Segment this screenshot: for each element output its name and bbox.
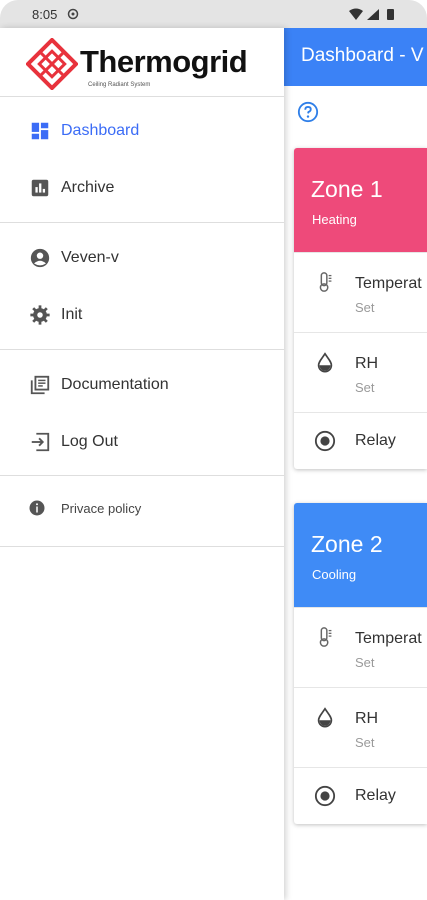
zone-title: Zone 1 [311, 176, 383, 202]
zone-header: Zone 1 Heating [294, 148, 427, 252]
wifi-icon [349, 8, 363, 20]
info-icon [29, 500, 45, 516]
row-label: Temperat [355, 275, 422, 292]
row-label: RH [355, 710, 379, 727]
temperature-row[interactable]: Temperat Set [294, 607, 427, 687]
row-sub: Set [355, 300, 375, 315]
thermometer-icon [319, 627, 332, 647]
radio-button-icon [314, 785, 336, 807]
temperature-row[interactable]: Temperat Set [294, 252, 427, 332]
row-label: Temperat [355, 630, 422, 647]
settings-notification-icon [67, 8, 79, 20]
nav-label-logout: Log Out [61, 433, 118, 450]
divider [0, 546, 284, 547]
row-sub: Set [355, 735, 375, 750]
row-sub: Set [355, 655, 375, 670]
nav-label-dashboard: Dashboard [61, 122, 140, 139]
relay-row[interactable]: Relay [294, 412, 427, 469]
nav-item-user[interactable]: Veven-v [0, 235, 284, 283]
rh-row[interactable]: RH Set [294, 687, 427, 767]
nav-label-archive: Archive [61, 179, 115, 196]
radio-button-icon [314, 430, 336, 452]
nav-item-logout[interactable]: Log Out [0, 419, 284, 467]
nav-item-dashboard[interactable]: Dashboard [0, 108, 284, 156]
nav-item-documentation[interactable]: Documentation [0, 362, 284, 410]
status-icons [349, 8, 394, 20]
app-title: Dashboard - V [301, 45, 424, 66]
row-sub: Set [355, 380, 375, 395]
row-label: Relay [355, 432, 396, 449]
account-circle-icon [30, 248, 50, 268]
signal-icon [367, 9, 379, 20]
zone-title: Zone 2 [311, 531, 383, 557]
logo-tagline: Ceiling Radiant System [88, 82, 151, 88]
divider [0, 96, 284, 97]
logo: Thermogrid Ceiling Radiant System [26, 38, 276, 94]
status-bar: 8:05 [0, 0, 427, 28]
status-time: 8:05 [32, 7, 58, 22]
nav-label-documentation: Documentation [61, 376, 169, 393]
help-icon[interactable] [297, 101, 319, 123]
library-books-icon [30, 375, 50, 395]
divider [0, 475, 284, 476]
thermogrid-logo-icon [26, 38, 78, 90]
nav-label-privacy: Privace policy [61, 501, 142, 516]
divider [0, 222, 284, 223]
divider [0, 349, 284, 350]
navigation-drawer: Thermogrid Ceiling Radiant System Dashbo… [0, 28, 284, 900]
zone-header: Zone 2 Cooling [294, 503, 427, 607]
nav-item-archive[interactable]: Archive [0, 165, 284, 213]
rh-row[interactable]: RH Set [294, 332, 427, 412]
battery-icon [387, 9, 394, 20]
nav-item-privacy[interactable]: Privace policy [0, 485, 284, 533]
row-label: Relay [355, 787, 396, 804]
logout-icon [31, 432, 50, 452]
zone-mode: Cooling [312, 567, 357, 582]
relay-row[interactable]: Relay [294, 767, 427, 824]
nav-label-user: Veven-v [61, 249, 119, 266]
dashboard-icon [31, 122, 49, 140]
nav-item-init[interactable]: Init [0, 292, 284, 340]
zone-mode: Heating [312, 212, 357, 227]
thermometer-icon [319, 272, 332, 292]
zone-card-2[interactable]: Zone 2 Cooling Temperat Set RH Set Relay [294, 503, 427, 824]
bar-chart-icon [31, 179, 49, 197]
row-label: RH [355, 355, 379, 372]
gear-icon [30, 305, 50, 325]
zone-card-1[interactable]: Zone 1 Heating Temperat Set RH Set Relay [294, 148, 427, 469]
nav-label-init: Init [61, 306, 83, 323]
water-drop-icon [317, 352, 333, 373]
water-drop-icon [317, 707, 333, 728]
logo-text: Thermogrid [80, 44, 248, 79]
